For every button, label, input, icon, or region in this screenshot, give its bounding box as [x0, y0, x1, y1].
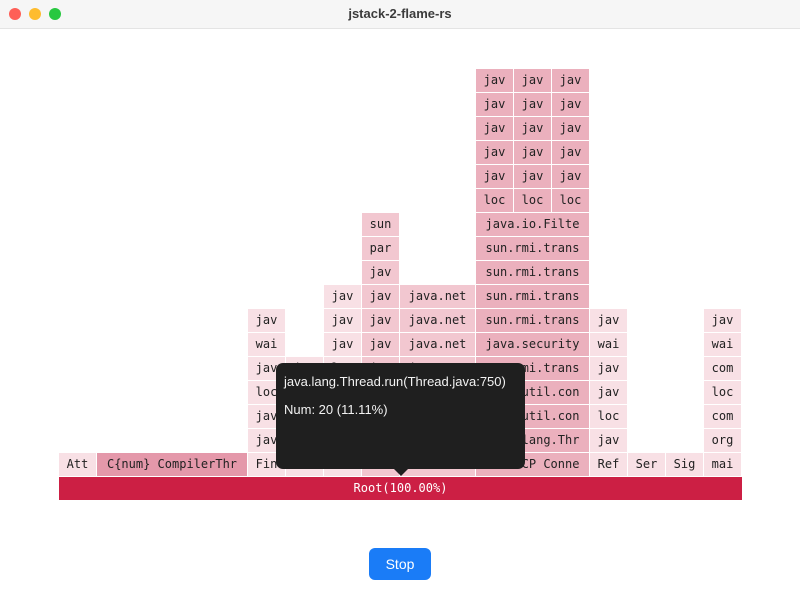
flame-frame[interactable]: jav	[590, 429, 628, 453]
flame-frame[interactable]: loc	[514, 189, 552, 213]
flame-frame[interactable]: jav	[362, 285, 400, 309]
flame-frame[interactable]: jav	[514, 117, 552, 141]
flame-frame[interactable]: jav	[552, 141, 590, 165]
flame-frame[interactable]: jav	[324, 309, 362, 333]
flame-frame[interactable]: loc	[476, 189, 514, 213]
flame-frame[interactable]: com	[704, 405, 742, 429]
flame-frame[interactable]: jav	[324, 285, 362, 309]
flame-root-frame[interactable]: Root(100.00%)	[59, 477, 742, 500]
tooltip-sample-count: Num: 20 (11.11%)	[284, 402, 388, 417]
window-title: jstack-2-flame-rs	[348, 6, 452, 21]
flame-frame[interactable]: jav	[552, 93, 590, 117]
flame-frame[interactable]: jav	[552, 69, 590, 93]
flame-frame[interactable]: sun	[362, 213, 400, 237]
flame-frame[interactable]: jav	[552, 165, 590, 189]
flame-frame[interactable]: jav	[514, 69, 552, 93]
main-content: Root(100.00%)AttC{num} CompilerThrFinGCR…	[0, 29, 800, 600]
title-bar: jstack-2-flame-rs	[0, 0, 800, 29]
flame-frame[interactable]: jav	[514, 165, 552, 189]
flamegraph: Root(100.00%)AttC{num} CompilerThrFinGCR…	[0, 29, 800, 600]
flame-frame[interactable]: Att	[59, 453, 97, 477]
flame-frame[interactable]: wai	[704, 333, 742, 357]
flame-frame[interactable]: java.net	[400, 333, 476, 357]
flame-frame[interactable]: jav	[324, 333, 362, 357]
frame-tooltip: java.lang.Thread.run(Thread.java:750) Nu…	[276, 363, 525, 476]
flame-frame[interactable]: java.net	[400, 309, 476, 333]
flame-frame[interactable]: sun.rmi.trans	[476, 237, 590, 261]
flame-frame[interactable]: jav	[704, 309, 742, 333]
flame-frame[interactable]: wai	[590, 333, 628, 357]
flame-frame[interactable]: sun.rmi.trans	[476, 285, 590, 309]
flame-frame[interactable]: jav	[248, 309, 286, 333]
flame-frame[interactable]: com	[704, 357, 742, 381]
flame-frame[interactable]: jav	[476, 165, 514, 189]
flame-frame[interactable]: Ser	[628, 453, 666, 477]
flame-frame[interactable]: jav	[514, 93, 552, 117]
stop-button[interactable]: Stop	[369, 548, 431, 580]
flame-frame[interactable]: jav	[362, 261, 400, 285]
flame-frame[interactable]: java.io.Filte	[476, 213, 590, 237]
flame-frame[interactable]: sun.rmi.trans	[476, 261, 590, 285]
flame-frame[interactable]: Ref	[590, 453, 628, 477]
flame-frame[interactable]: jav	[362, 309, 400, 333]
flame-frame[interactable]: par	[362, 237, 400, 261]
flame-frame[interactable]: mai	[704, 453, 742, 477]
flame-frame[interactable]: jav	[476, 69, 514, 93]
tooltip-arrow	[393, 468, 409, 476]
flame-frame[interactable]: java.net	[400, 285, 476, 309]
flame-frame[interactable]: jav	[590, 309, 628, 333]
flame-frame[interactable]: jav	[552, 117, 590, 141]
flame-frame[interactable]: jav	[476, 141, 514, 165]
flame-frame[interactable]: loc	[704, 381, 742, 405]
flame-frame[interactable]: java.security	[476, 333, 590, 357]
flame-frame[interactable]: jav	[590, 381, 628, 405]
tooltip-frame-name: java.lang.Thread.run(Thread.java:750)	[284, 374, 506, 389]
flame-frame[interactable]: wai	[248, 333, 286, 357]
flame-frame[interactable]: jav	[514, 141, 552, 165]
flame-frame[interactable]: jav	[476, 93, 514, 117]
flame-frame[interactable]: Sig	[666, 453, 704, 477]
flame-frame[interactable]: jav	[476, 117, 514, 141]
flame-frame[interactable]: jav	[590, 357, 628, 381]
flame-frame[interactable]: C{num} CompilerThr	[97, 453, 248, 477]
flame-frame[interactable]: loc	[590, 405, 628, 429]
flame-frame[interactable]: org	[704, 429, 742, 453]
flame-frame[interactable]: sun.rmi.trans	[476, 309, 590, 333]
flame-frame[interactable]: loc	[552, 189, 590, 213]
flame-frame[interactable]: jav	[362, 333, 400, 357]
